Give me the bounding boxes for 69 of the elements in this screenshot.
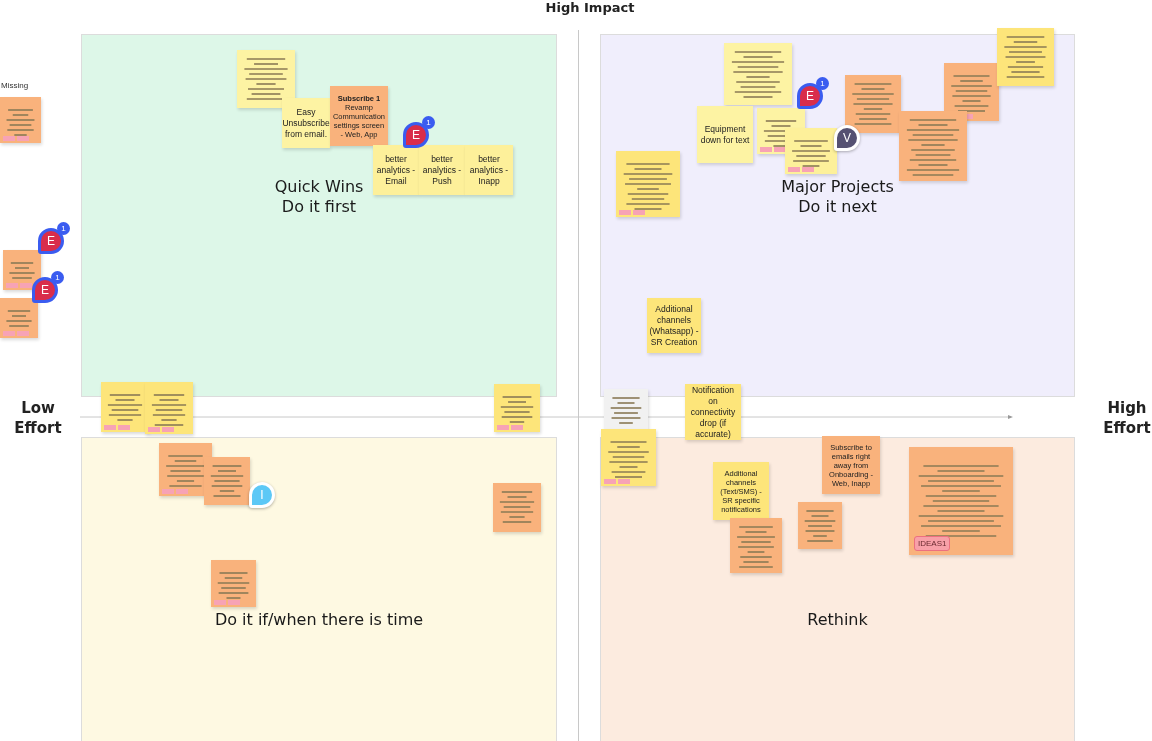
sticky-note[interactable] — [724, 43, 792, 105]
note-text: Equipment down for text — [699, 123, 751, 146]
tag-chip — [17, 331, 29, 336]
sticky-note[interactable] — [899, 111, 967, 181]
tag-chip — [148, 427, 160, 432]
sticky-note[interactable] — [997, 28, 1054, 86]
sticky-note[interactable]: IDEAS1 — [909, 447, 1013, 555]
tag-chip — [3, 136, 15, 141]
tag-chip — [162, 427, 174, 432]
sticky-note[interactable] — [145, 382, 193, 434]
sticky-note[interactable]: Notification on connectivity drop (if accurate) — [685, 384, 741, 440]
sticky-note[interactable] — [494, 384, 540, 432]
tag-chip — [619, 210, 631, 215]
axis-label: Low Effort — [13, 398, 63, 438]
sticky-note[interactable] — [604, 389, 648, 431]
note-text: better analytics - Email — [375, 153, 417, 187]
quadrant-title: Major Projects — [781, 177, 894, 197]
sticky-note[interactable]: better analytics - Push — [419, 145, 465, 195]
section-label: Missing — [1, 81, 29, 90]
tag-chip — [20, 283, 32, 288]
sticky-note[interactable] — [0, 97, 41, 143]
quadrant-title: Do it if/when there is time — [214, 610, 424, 630]
tag-chip — [214, 600, 226, 605]
tag-label: IDEAS1 — [914, 536, 951, 551]
tag-chip — [802, 167, 814, 172]
sticky-note[interactable] — [237, 50, 295, 108]
sticky-note[interactable] — [204, 457, 250, 505]
sticky-note[interactable] — [798, 502, 842, 549]
sticky-note[interactable] — [785, 128, 837, 174]
sticky-note[interactable]: better analytics - Email — [373, 145, 419, 195]
tag-chip — [228, 600, 240, 605]
tag-chip — [104, 425, 116, 430]
quadrant-subtitle: Do it first — [281, 197, 357, 217]
axis-label: High Effort — [1102, 398, 1152, 438]
sticky-note[interactable]: Equipment down for text — [697, 106, 753, 163]
sticky-note[interactable] — [616, 151, 680, 217]
tag-chip — [604, 479, 616, 484]
tag-chip — [788, 167, 800, 172]
tag-chip — [176, 489, 188, 494]
tag-chip — [6, 283, 18, 288]
count-badge: 1 — [51, 271, 64, 284]
note-text: Easy Unsubscribe from email. — [282, 106, 330, 140]
quadrant-subtitle: Do it next — [798, 197, 877, 217]
quadrant-title: Quick Wins — [274, 177, 364, 197]
sticky-note[interactable] — [3, 250, 41, 290]
sticky-note[interactable] — [493, 483, 541, 532]
tag-chip — [633, 210, 645, 215]
tag-chip — [774, 147, 786, 152]
tag-chip — [760, 147, 772, 152]
tag-chip — [118, 425, 130, 430]
quadrant-title: Rethink — [807, 610, 868, 630]
sticky-note[interactable] — [845, 75, 901, 133]
tag-chip — [497, 425, 509, 430]
tag-chip — [618, 479, 630, 484]
count-badge: 1 — [57, 222, 70, 235]
sticky-note[interactable] — [211, 560, 256, 607]
tag-chip — [17, 136, 29, 141]
tag-chip — [511, 425, 523, 430]
axis-label: High Impact — [544, 0, 636, 15]
tag-chip — [3, 331, 15, 336]
sticky-note[interactable]: better analytics - Inapp — [465, 145, 513, 195]
sticky-note[interactable]: Easy Unsubscribe from email. — [282, 98, 330, 148]
note-text: better analytics - Push — [421, 153, 463, 187]
tag-chip — [162, 489, 174, 494]
sticky-note[interactable] — [601, 429, 656, 486]
sticky-note[interactable] — [944, 63, 999, 121]
note-text: better analytics - Inapp — [468, 153, 510, 187]
sticky-note[interactable] — [0, 298, 38, 338]
sticky-note[interactable] — [730, 518, 782, 573]
